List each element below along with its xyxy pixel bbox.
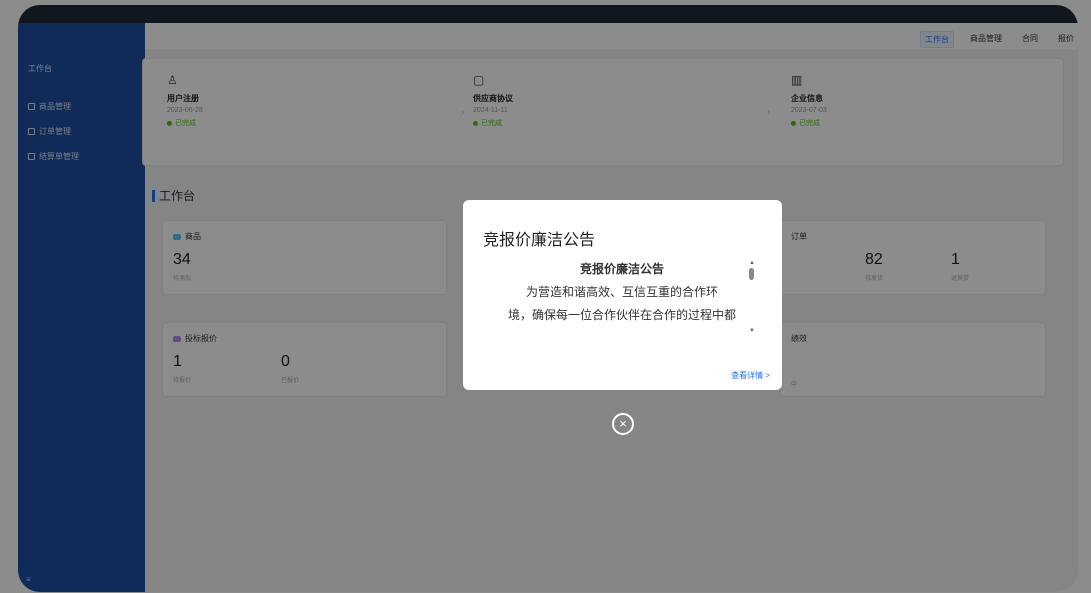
notice-content[interactable]: 竞报价廉洁公告 为营造和谐高效、互信互重的合作环 境，确保每一位合作伙伴在合作的… <box>481 258 763 342</box>
screen-frame: 工作台 商品管理 订单管理 结算单管理 ≡ 工作台 商品管理 合同 报价 ♙ 用… <box>0 0 1091 593</box>
close-icon[interactable]: × <box>612 413 634 435</box>
notice-scrollbar[interactable]: ▲ ▼ <box>749 260 755 340</box>
view-detail-link[interactable]: 查看详情 > <box>731 370 770 381</box>
modal-title: 竞报价廉洁公告 <box>483 232 596 249</box>
scroll-up-icon[interactable]: ▲ <box>749 260 755 266</box>
scroll-down-icon[interactable]: ▼ <box>749 328 755 334</box>
announcement-modal: 竞报价廉洁公告 竞报价廉洁公告 为营造和谐高效、互信互重的合作环 境，确保每一位… <box>463 200 782 390</box>
notice-title: 竞报价廉洁公告 <box>579 262 664 276</box>
notice-line: 境，确保每一位合作伙伴在合作的过程中都 <box>507 308 736 322</box>
scroll-thumb[interactable] <box>749 268 754 280</box>
notice-line: 为营造和谐高效、互信互重的合作环 <box>525 285 718 299</box>
